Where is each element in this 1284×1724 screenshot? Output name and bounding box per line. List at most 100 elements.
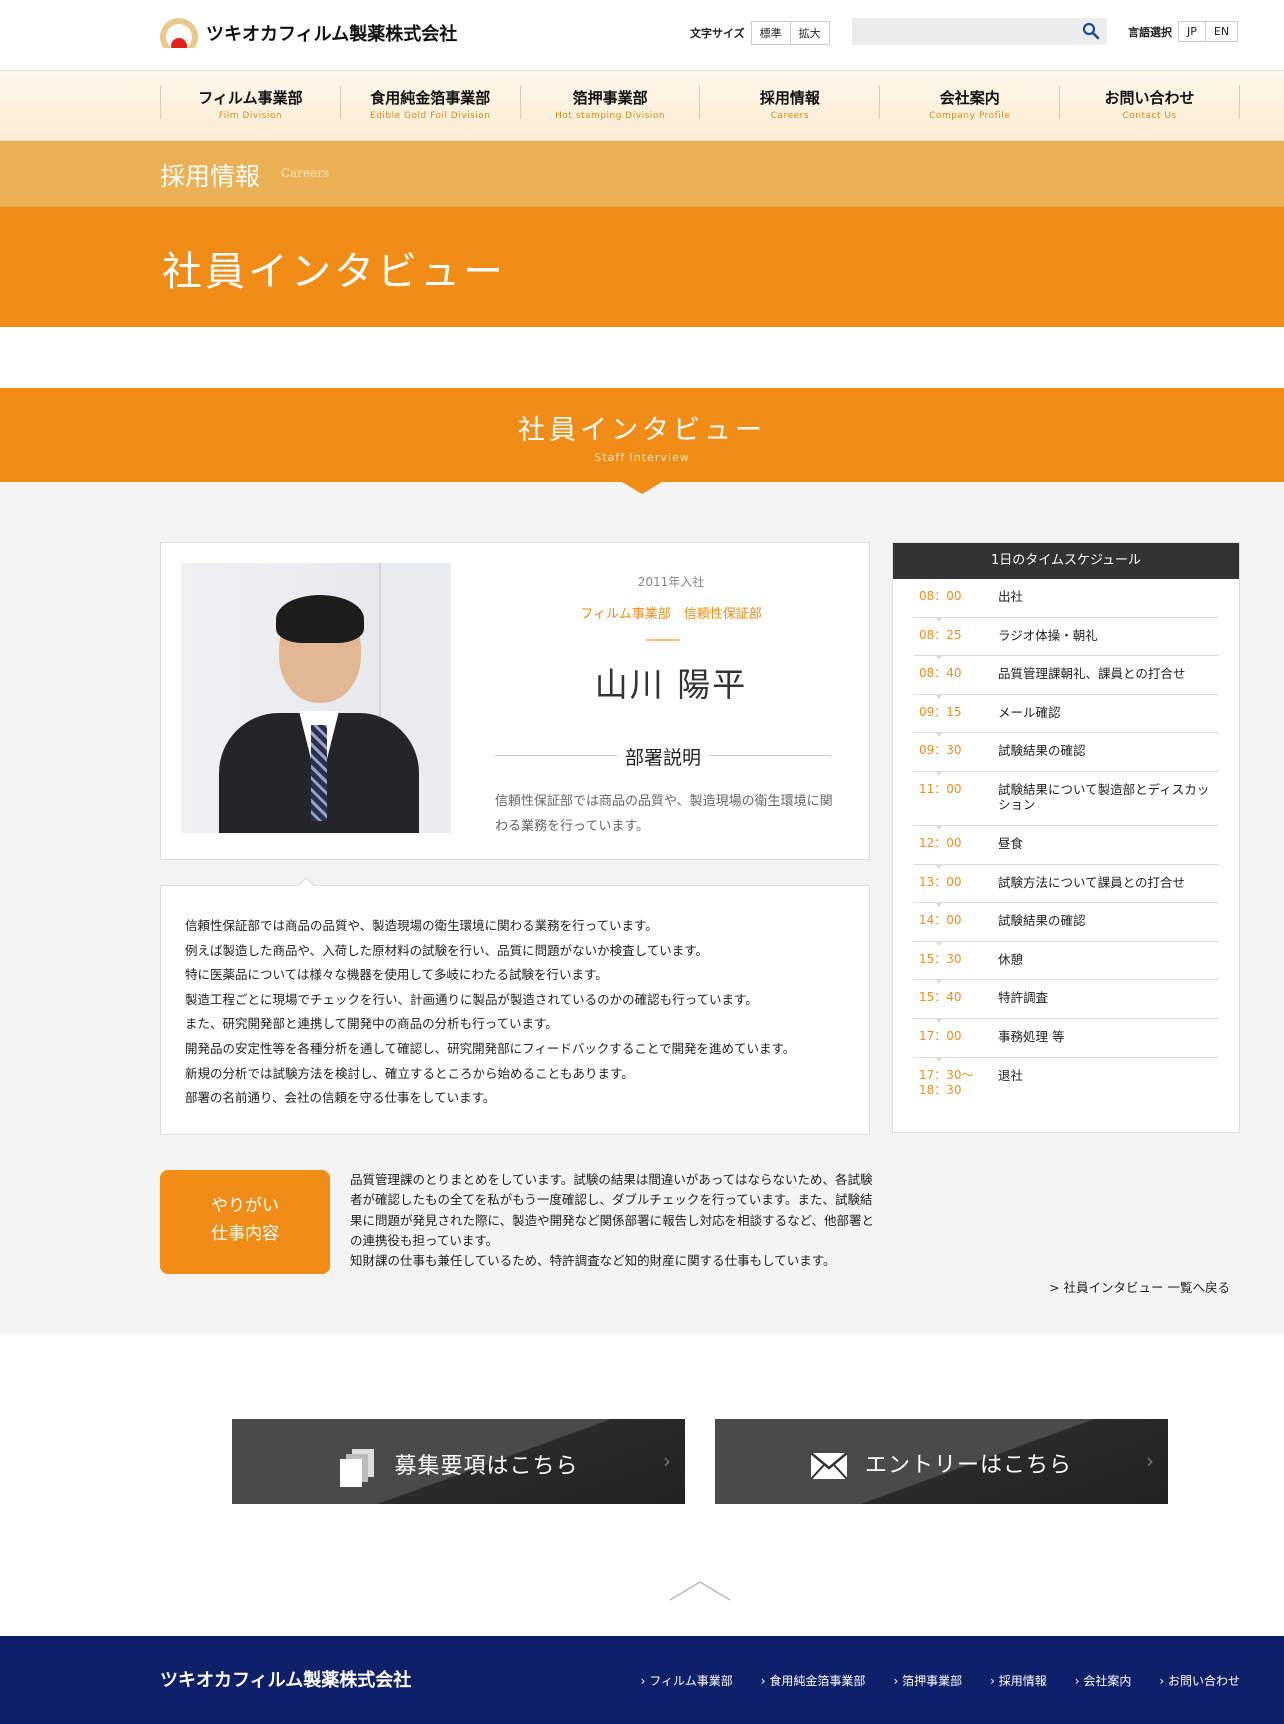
schedule-row: 14：00 試験結果の確認 (913, 903, 1219, 946)
recruit-info-label: 募集要項はこちら (394, 1454, 579, 1479)
schedule-time: 15：40 (919, 990, 962, 1005)
logo-text: ツキオカフィルム製薬株式会社 (206, 24, 458, 45)
nav-item-hot-stamping[interactable]: 箔押事業部 Hot stamping Division (519, 85, 700, 121)
detail-line: 開発品の安定性等を各種分析を通して確認し、研究開発部にフィードバックすることで開… (185, 1040, 796, 1056)
schedule-row: 08：25 ラジオ体操・朝礼 (913, 618, 1219, 661)
detail-line: 例えば製造した商品や、入荷した原材料の試験を行い、品質に問題がないか検査していま… (185, 942, 709, 958)
footer-link-company[interactable]: 会社案内 (1075, 1672, 1131, 1689)
footer-link-careers[interactable]: 採用情報 (990, 1672, 1047, 1689)
search-icon[interactable] (1082, 22, 1100, 40)
schedule-row: 15：30 休憩 (913, 942, 1219, 985)
yarigai-label-line2: 仕事内容 (211, 1224, 279, 1244)
schedule-time: 09：30 (919, 743, 962, 758)
nav-label: フィルム事業部 (198, 89, 303, 107)
documents-icon (340, 1449, 375, 1487)
dept-description: 信頼性保証部では商品の品質や、製造現場の衛生環境に関わる業務を行っています。 (495, 794, 833, 834)
detail-line: また、研究開発部と連携して開発中の商品の分析も行っています。 (185, 1016, 558, 1032)
site-logo[interactable]: ツキオカフィルム製薬株式会社 (160, 18, 457, 48)
schedule-event: 試験結果の確認 (998, 743, 1086, 759)
detail-box: 信頼性保証部では商品の品質や、製造現場の衛生環境に関わる業務を行っています。 例… (160, 885, 870, 1135)
notch-inner (297, 879, 315, 887)
font-size-switcher: 文字サイズ 標準 拡大 (690, 21, 830, 45)
schedule-row: 15：40 特許調査 (913, 980, 1219, 1023)
entry-button[interactable]: エントリーはこちら › (715, 1419, 1168, 1504)
schedule-time: 14：00 (919, 913, 962, 928)
chevron-right-icon: › (1146, 1449, 1154, 1473)
detail-line: 新規の分析では試験方法を検討し、確立するところから始めることもあります。 (185, 1065, 634, 1081)
schedule-event: 試験結果の確認 (998, 913, 1086, 929)
font-size-normal-button[interactable]: 標準 (751, 22, 790, 44)
logo-mark-icon (160, 18, 198, 48)
footer-link-gold-foil[interactable]: 食用純金箔事業部 (761, 1672, 865, 1689)
schedule-event: 休憩 (998, 951, 1024, 967)
schedule-row: 11：00 試験結果について製造部とディスカッション (913, 772, 1219, 830)
yarigai-label-box: やりがい 仕事内容 (160, 1170, 330, 1274)
dept-heading-label: 部署説明 (616, 747, 709, 769)
back-to-top-icon[interactable] (668, 1580, 732, 1602)
schedule-time: 09：15 (919, 704, 962, 719)
divider (646, 639, 680, 641)
schedule-row: 09：30 試験結果の確認 (913, 733, 1219, 776)
schedule-event: メール確認 (998, 704, 1061, 720)
global-nav: フィルム事業部 Film Division 食用純金箔事業部 Edible Go… (0, 70, 1284, 141)
search-input[interactable] (852, 18, 1107, 45)
font-size-large-button[interactable]: 拡大 (789, 22, 829, 44)
yarigai-text: 品質管理課のとりまとめをしています。試験の結果は間違いがあってはならないため、各… (350, 1170, 875, 1271)
nav-label: 食用純金箔事業部 (370, 89, 491, 107)
schedule-event: 特許調査 (998, 990, 1049, 1006)
nav-sublabel: Careers (770, 111, 810, 121)
mail-icon (810, 1453, 847, 1479)
schedule-time: 17：30〜 18：30 (919, 1067, 974, 1097)
schedule-time: 08：40 (919, 666, 962, 681)
section-heading-band: 社員インタビュー Staff Interview (0, 388, 1284, 482)
lang-jp-button[interactable]: JP (1179, 22, 1205, 41)
nav-item-contact[interactable]: お問い合わせ Contact Us (1059, 85, 1240, 121)
nav-label: 箔押事業部 (572, 89, 648, 107)
nav-item-gold-foil[interactable]: 食用純金箔事業部 Edible Gold Foil Division (339, 85, 520, 121)
staff-department: フィルム事業部 信頼性保証部 (580, 607, 762, 622)
nav-item-careers[interactable]: 採用情報 Careers (699, 85, 879, 121)
footer-link-contact[interactable]: お問い合わせ (1159, 1672, 1240, 1689)
schedule-panel: 1日のタイムスケジュール 08：00 出社 08：25 ラジオ体操・朝礼 08：… (892, 542, 1240, 1133)
staff-name: 山川 陽平 (594, 665, 748, 704)
schedule-time: 15：30 (919, 951, 962, 966)
category-subtitle: Careers (281, 166, 330, 180)
nav-sublabel: Hot stamping Division (555, 111, 665, 121)
back-to-list-link[interactable]: > 社員インタビュー 一覧へ戻る (1030, 1277, 1230, 1296)
schedule-event: 試験結果について製造部とディスカッション (998, 781, 1210, 812)
schedule-time: 11：00 (919, 781, 962, 796)
schedule-row: 08：00 出社 (913, 579, 1219, 622)
footer-logo[interactable]: ツキオカフィルム製薬株式会社 (160, 1666, 411, 1692)
yarigai-paragraph-2: 知財課の仕事も兼任しているため、特許調査など知的財産に関する仕事もしています。 (350, 1253, 836, 1269)
schedule-list: 08：00 出社 08：25 ラジオ体操・朝礼 08：40 品質管理課朝礼、課員… (893, 579, 1239, 1112)
detail-line: 部署の名前通り、会社の信頼を守る仕事をしています。 (185, 1090, 496, 1106)
section-subtitle: Staff Interview (594, 451, 690, 464)
footer-link-film[interactable]: フィルム事業部 (641, 1672, 733, 1689)
site-header: ツキオカフィルム製薬株式会社 文字サイズ 標準 拡大 言語選択 JP EN (0, 0, 1284, 70)
lang-en-button[interactable]: EN (1204, 22, 1238, 41)
schedule-row: 08：40 品質管理課朝礼、課員との打合せ (913, 656, 1219, 699)
schedule-event: 品質管理課朝礼、課員との打合せ (998, 666, 1186, 682)
footer-link-hot-stamping[interactable]: 箔押事業部 (893, 1672, 962, 1689)
schedule-row: 17：00 事務処理 等 (913, 1019, 1219, 1062)
page-title: 社員インタビュー (162, 249, 506, 295)
font-size-label: 文字サイズ (690, 27, 745, 40)
schedule-event: ラジオ体操・朝礼 (998, 627, 1098, 643)
schedule-time: 08：00 (919, 589, 962, 603)
detail-line: 特に医薬品については様々な機器を使用して多岐にわたる試験を行います。 (185, 967, 608, 983)
site-footer: ツキオカフィルム製薬株式会社 フィルム事業部 食用純金箔事業部 箔押事業部 採用… (0, 1636, 1284, 1724)
page-title-band: 社員インタビュー (0, 207, 1284, 327)
joined-year: 2011年入社 (637, 575, 705, 589)
schedule-event: 試験方法について課員との打合せ (998, 874, 1186, 890)
schedule-row: 13：00 試験方法について課員との打合せ (913, 865, 1219, 908)
detail-line: 製造工程ごとに現場でチェックを行い、計画通りに製品が製造されているのかの確認も行… (185, 991, 758, 1007)
nav-item-film[interactable]: フィルム事業部 Film Division (160, 85, 340, 121)
category-band: 採用情報 Careers (0, 141, 1284, 207)
yarigai-label-line1: やりがい (211, 1196, 279, 1216)
profile-card: 2011年入社 フィルム事業部 信頼性保証部 山川 陽平 部署説明 信頼性保証部… (160, 542, 870, 860)
language-switcher: 言語選択 JP EN (1128, 21, 1239, 42)
nav-sublabel: Company Profile (929, 111, 1011, 121)
schedule-event: 出社 (998, 589, 1024, 604)
nav-item-company[interactable]: 会社案内 Company Profile (879, 85, 1059, 121)
recruit-info-button[interactable]: 募集要項はこちら › (232, 1419, 685, 1504)
